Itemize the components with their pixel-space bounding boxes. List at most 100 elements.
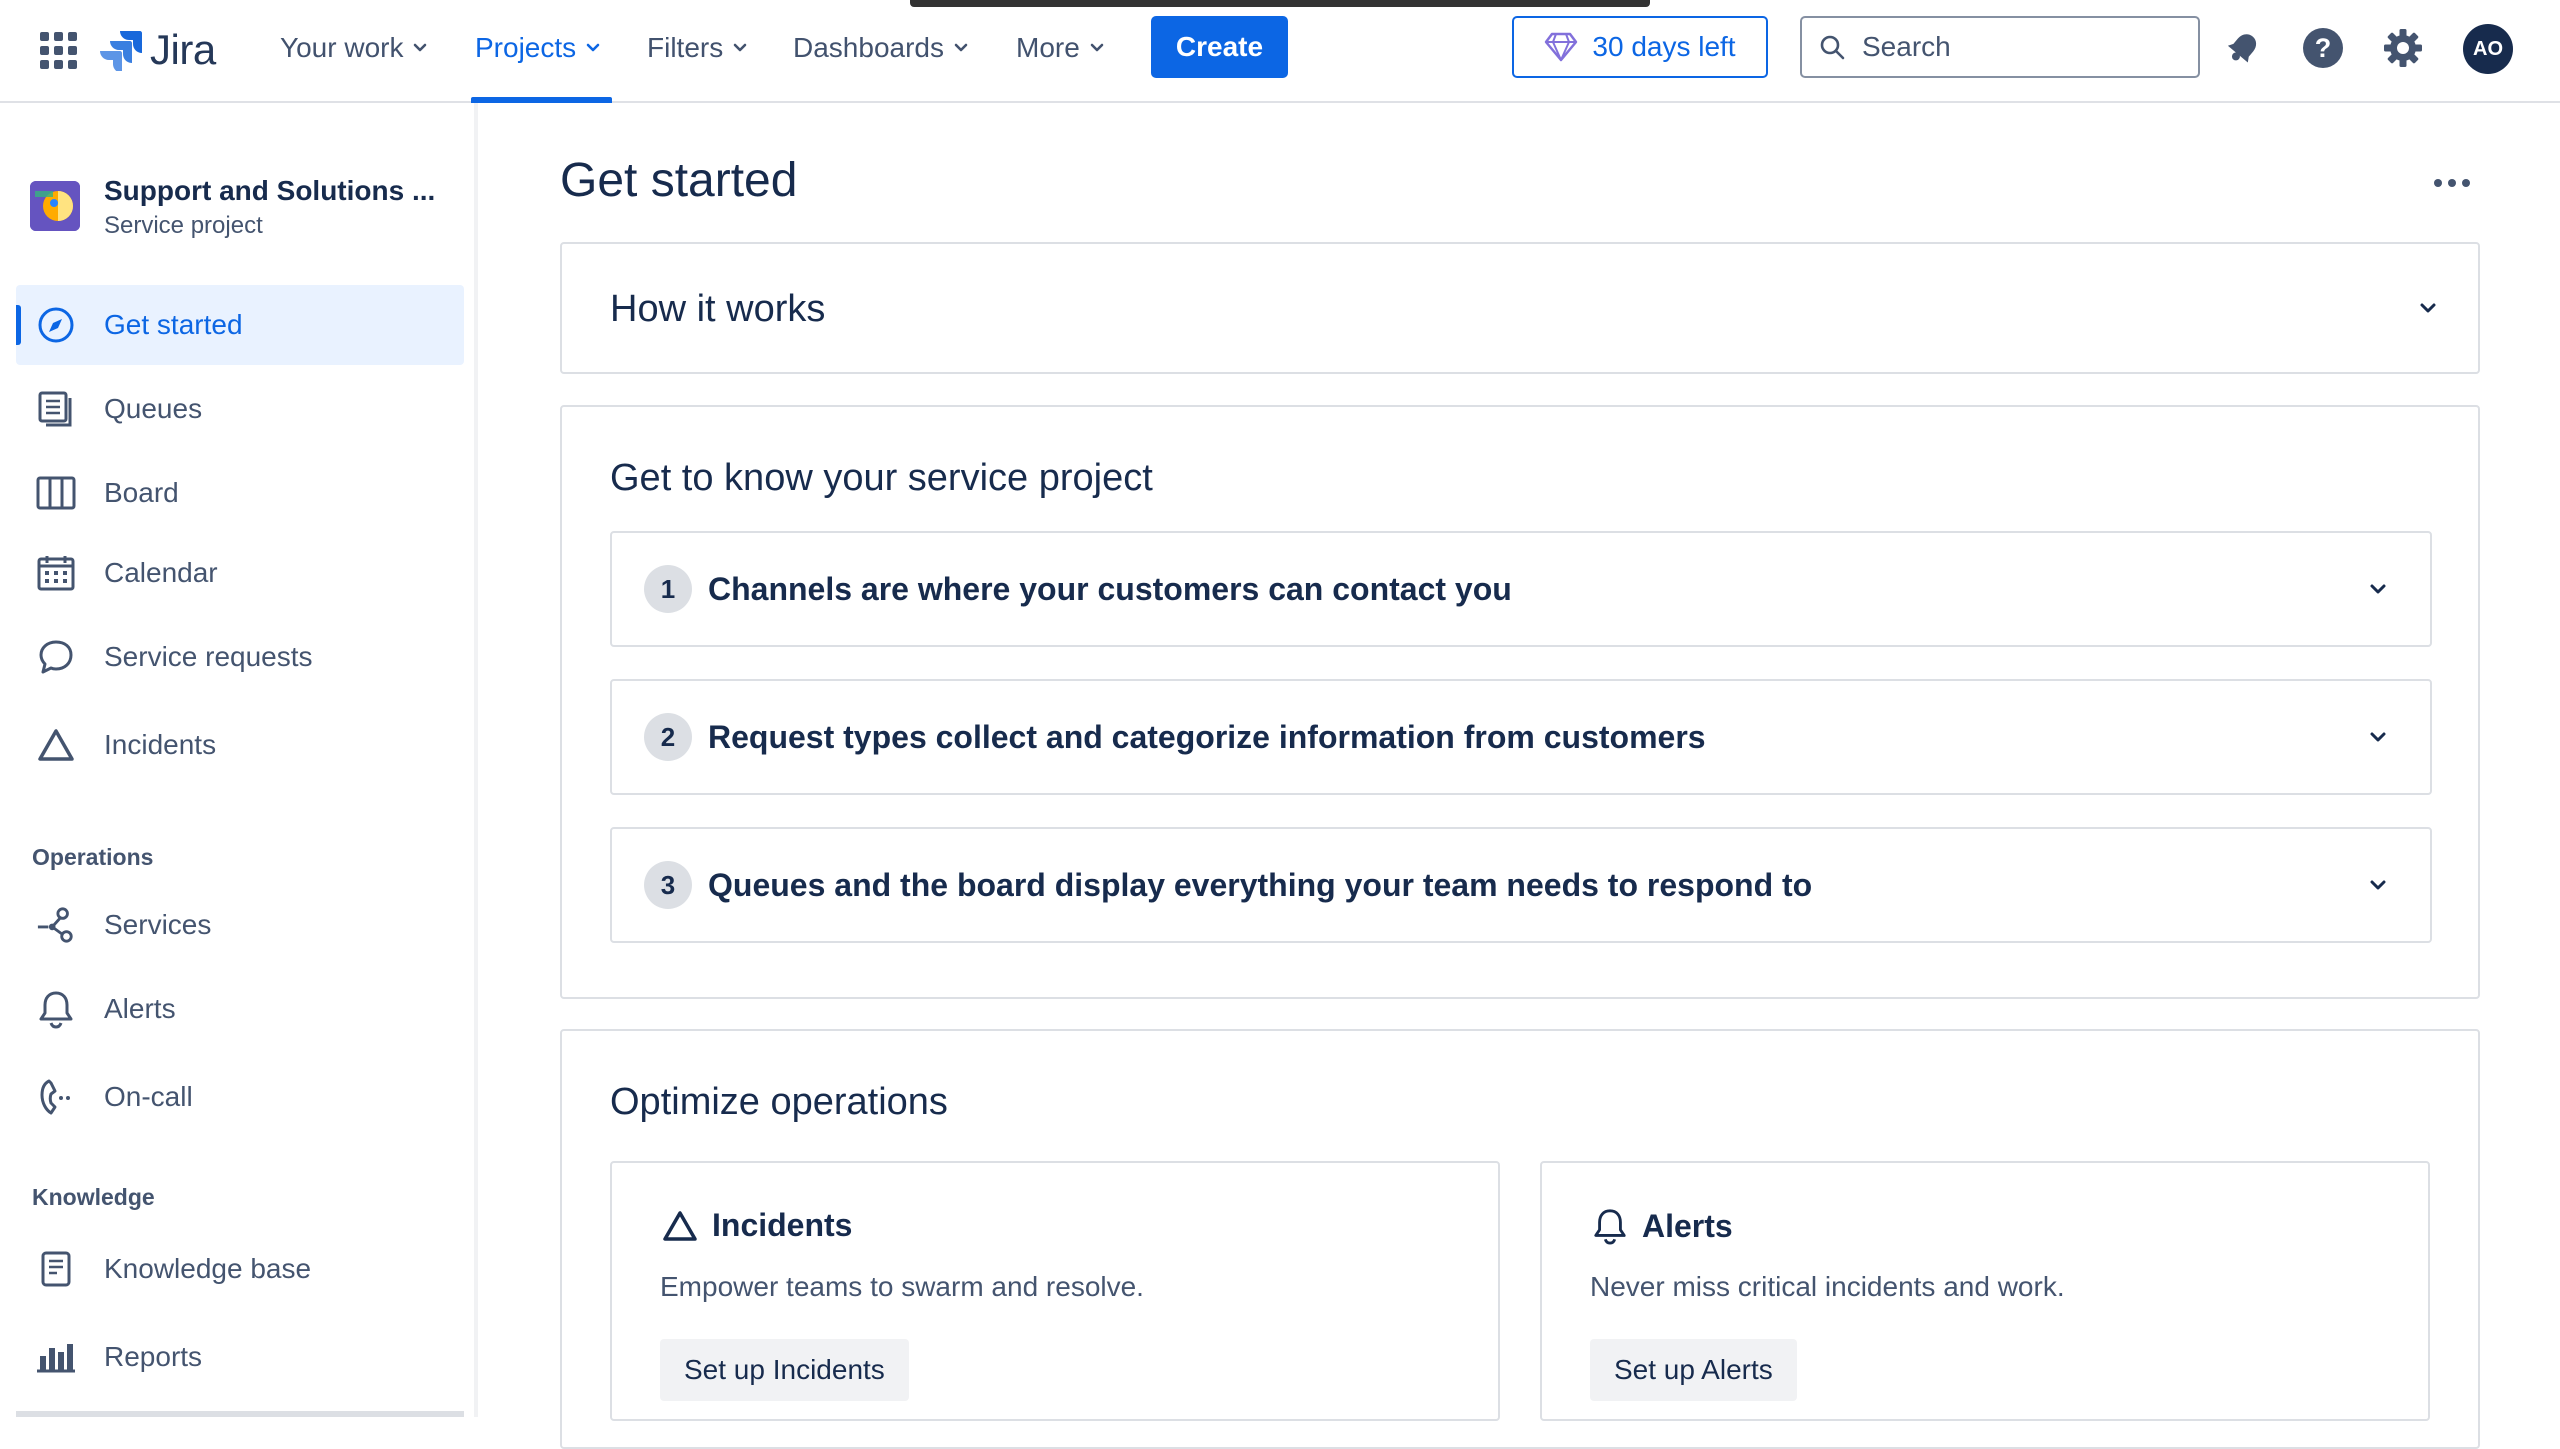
jira-logo-icon bbox=[100, 31, 142, 71]
top-navigation-bar: Jira Your work Projects Filters Dashboar… bbox=[0, 0, 2560, 103]
step-queues-board[interactable]: 3 Queues and the board display everythin… bbox=[610, 827, 2432, 943]
bell-icon bbox=[36, 989, 76, 1029]
speech-bubble-icon bbox=[36, 637, 76, 677]
sidebar-item-label: Service requests bbox=[104, 641, 313, 672]
feature-title-label: Incidents bbox=[712, 1207, 853, 1243]
sidebar-item-label: Services bbox=[104, 909, 212, 940]
settings-gear-icon[interactable] bbox=[2379, 24, 2427, 72]
book-icon bbox=[36, 1249, 76, 1289]
services-icon bbox=[36, 905, 76, 945]
sidebar-section-operations: Operations bbox=[32, 844, 154, 870]
feature-title-label: Alerts bbox=[1642, 1207, 1733, 1244]
sidebar-item-board[interactable]: Board bbox=[16, 453, 464, 533]
sidebar-item-label: Incidents bbox=[104, 729, 217, 760]
phone-icon bbox=[36, 1077, 76, 1117]
triangle-icon bbox=[663, 1210, 697, 1241]
project-avatar bbox=[30, 181, 80, 231]
app-switcher-grid-icon[interactable] bbox=[38, 30, 78, 70]
step-number-badge: 1 bbox=[644, 565, 692, 613]
chevron-down-icon[interactable] bbox=[2408, 288, 2448, 328]
get-to-know-heading: Get to know your service project bbox=[610, 457, 1153, 499]
sidebar-item-queues[interactable]: Queues bbox=[16, 369, 464, 449]
sidebar-item-label: On-call bbox=[104, 1081, 193, 1112]
sidebar-scroll-indicator bbox=[16, 1411, 464, 1417]
sidebar-item-alerts[interactable]: Alerts bbox=[16, 969, 464, 1049]
project-type: Service project bbox=[104, 212, 263, 239]
nav-projects[interactable]: Projects bbox=[475, 26, 602, 70]
chevron-down-icon[interactable] bbox=[2358, 865, 2398, 905]
bar-chart-icon bbox=[36, 1337, 76, 1377]
sidebar-item-label: Get started bbox=[104, 309, 243, 340]
get-to-know-card: Get to know your service project 1 Chann… bbox=[560, 405, 2480, 999]
chevron-down-icon bbox=[733, 43, 747, 52]
project-sidebar: Support and Solutions ... Service projec… bbox=[0, 103, 478, 1417]
more-actions-ellipsis-icon[interactable] bbox=[2424, 163, 2480, 203]
nav-more[interactable]: More bbox=[1016, 26, 1106, 70]
sidebar-item-on-call[interactable]: On-call bbox=[16, 1057, 464, 1137]
step-text: Queues and the board display everything … bbox=[708, 867, 1813, 903]
create-button[interactable]: Create bbox=[1151, 16, 1288, 78]
queues-icon bbox=[36, 389, 76, 429]
triangle-icon bbox=[36, 725, 76, 765]
bell-icon bbox=[1594, 1209, 1626, 1245]
trial-days-left-label: 30 days left bbox=[1592, 31, 1736, 62]
search-field[interactable] bbox=[1800, 16, 2200, 78]
sidebar-item-label: Calendar bbox=[104, 557, 218, 588]
user-avatar[interactable]: AO bbox=[2463, 24, 2513, 74]
sidebar-item-knowledge-base[interactable]: Knowledge base bbox=[16, 1229, 464, 1309]
search-icon bbox=[1820, 35, 1845, 60]
nav-your-work-label: Your work bbox=[280, 32, 404, 63]
sidebar-item-label: Alerts bbox=[104, 993, 176, 1024]
help-icon[interactable]: ? bbox=[2299, 24, 2347, 72]
nav-your-work[interactable]: Your work bbox=[280, 26, 429, 70]
board-icon bbox=[36, 473, 76, 513]
nav-filters[interactable]: Filters bbox=[647, 26, 749, 70]
step-request-types[interactable]: 2 Request types collect and categorize i… bbox=[610, 679, 2432, 795]
jira-logo-text: Jira bbox=[150, 26, 216, 73]
nav-filters-label: Filters bbox=[647, 32, 724, 63]
page-title: Get started bbox=[560, 154, 798, 207]
chevron-down-icon bbox=[586, 43, 600, 52]
window-drag-strip bbox=[910, 0, 1650, 7]
compass-icon bbox=[36, 305, 76, 345]
step-channels[interactable]: 1 Channels are where your customers can … bbox=[610, 531, 2432, 647]
sidebar-item-calendar[interactable]: Calendar bbox=[16, 533, 464, 613]
sidebar-item-services[interactable]: Services bbox=[16, 885, 464, 965]
sidebar-item-label: Queues bbox=[104, 393, 203, 424]
sidebar-item-reports[interactable]: Reports bbox=[16, 1317, 464, 1397]
sidebar-item-incidents[interactable]: Incidents bbox=[16, 705, 464, 785]
sidebar-item-label: Board bbox=[104, 477, 179, 508]
nav-projects-label: Projects bbox=[475, 32, 577, 63]
chevron-down-icon[interactable] bbox=[2358, 569, 2398, 609]
sidebar-item-service-requests[interactable]: Service requests bbox=[16, 617, 464, 697]
jira-logo[interactable]: Jira bbox=[100, 24, 216, 76]
feature-description: Never miss critical incidents and work. bbox=[1590, 1271, 2065, 1302]
feature-title: Alerts bbox=[1592, 1207, 1733, 1245]
step-text: Channels are where your customers can co… bbox=[708, 571, 1512, 607]
nav-more-label: More bbox=[1016, 32, 1080, 63]
project-name: Support and Solutions ... bbox=[104, 175, 436, 206]
how-it-works-card[interactable]: How it works bbox=[560, 242, 2480, 374]
how-it-works-title: How it works bbox=[610, 288, 826, 330]
set-up-alerts-button[interactable]: Set up Alerts bbox=[1590, 1339, 1797, 1401]
sidebar-section-knowledge: Knowledge bbox=[32, 1184, 155, 1210]
chevron-down-icon bbox=[414, 43, 427, 52]
calendar-icon bbox=[36, 553, 76, 593]
set-up-incidents-button[interactable]: Set up Incidents bbox=[660, 1339, 909, 1401]
chevron-down-icon[interactable] bbox=[2358, 717, 2398, 757]
step-number-badge: 3 bbox=[644, 861, 692, 909]
svg-text:?: ? bbox=[2315, 33, 2332, 63]
nav-dashboards-label: Dashboards bbox=[793, 32, 944, 63]
feature-title: Incidents bbox=[662, 1207, 852, 1244]
notifications-bell-icon[interactable] bbox=[2219, 24, 2267, 72]
nav-dashboards[interactable]: Dashboards bbox=[793, 26, 970, 70]
step-number-badge: 2 bbox=[644, 713, 692, 761]
trial-days-left-button[interactable]: 30 days left bbox=[1512, 16, 1768, 78]
sidebar-item-get-started[interactable]: Get started bbox=[16, 285, 464, 365]
main-content: Get started How it works Get to know you… bbox=[478, 103, 2560, 1449]
sidebar-item-label: Reports bbox=[104, 1341, 203, 1372]
search-input[interactable] bbox=[1860, 30, 2164, 64]
feature-card-alerts: Alerts Never miss critical incidents and… bbox=[1540, 1161, 2430, 1421]
diamond-icon bbox=[1545, 32, 1578, 62]
project-header[interactable]: Support and Solutions ... Service projec… bbox=[30, 173, 435, 243]
